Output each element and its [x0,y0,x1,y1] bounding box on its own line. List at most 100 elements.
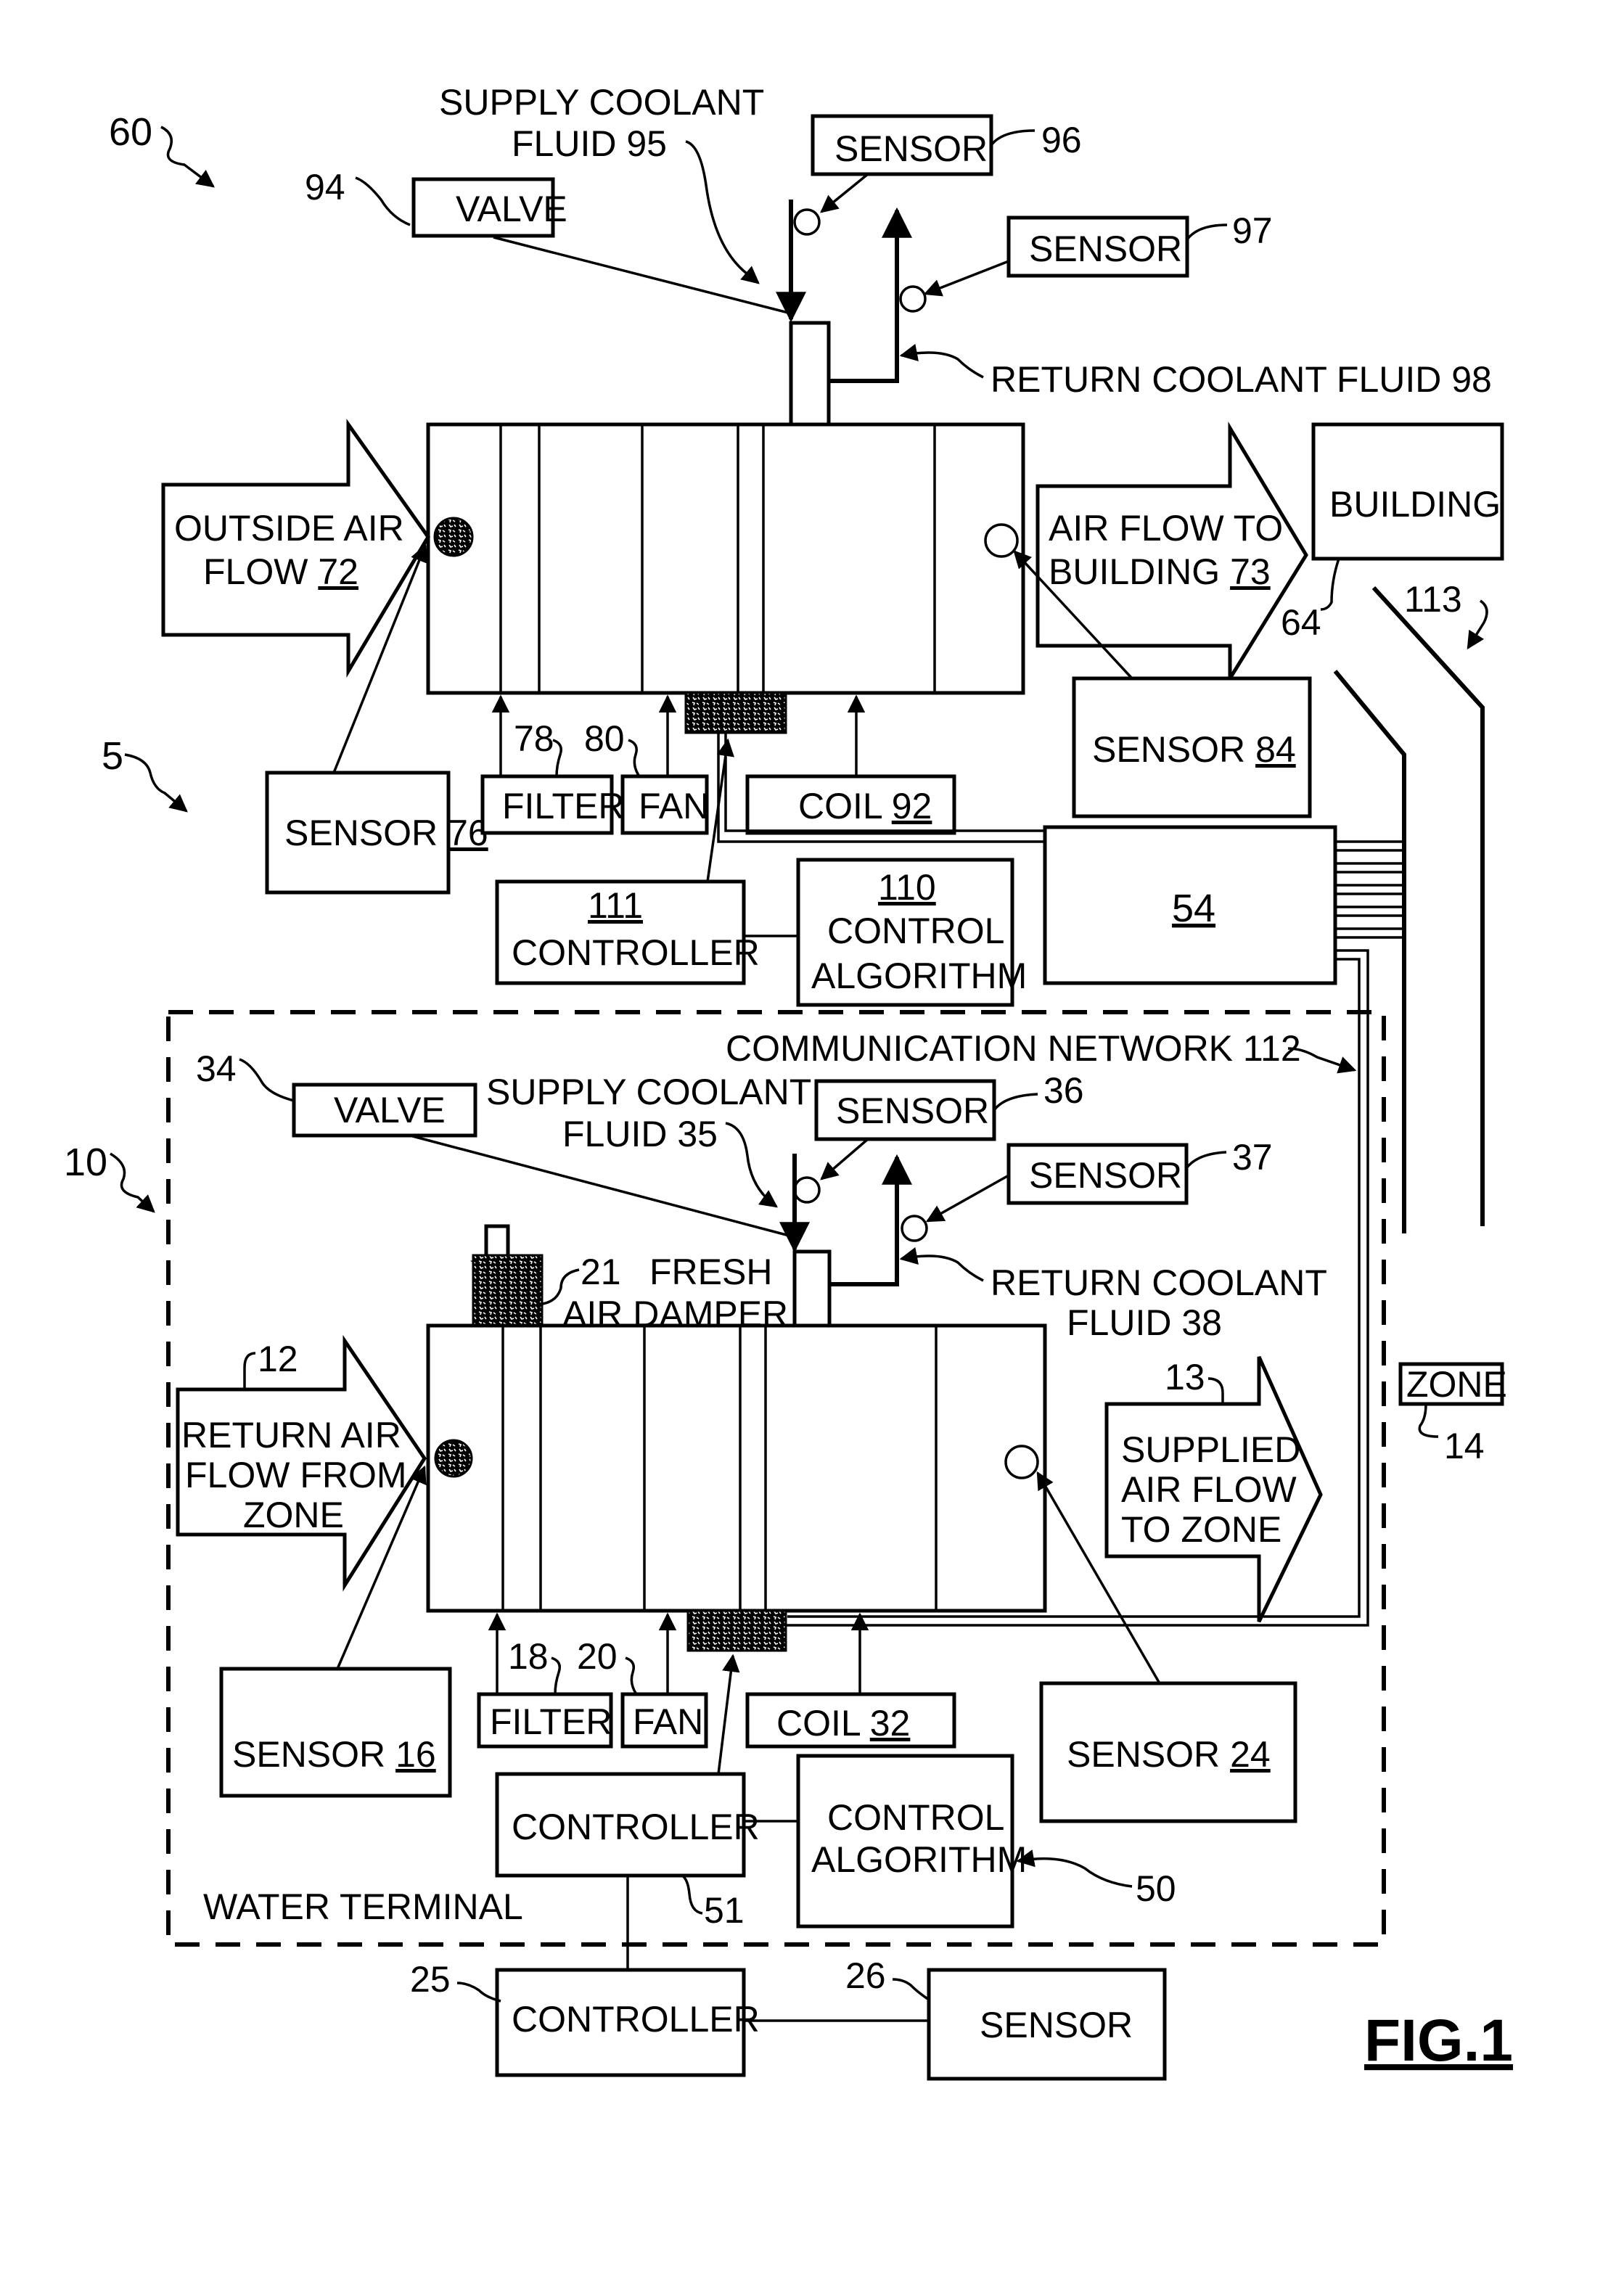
supply-coolant-35-leader [725,1122,778,1208]
sensor-37-probe [901,1215,928,1242]
fan-80-label: FAN [639,786,709,826]
ref-54: 54 [1172,887,1215,930]
air-to-building-line2: BUILDING 73 [1049,551,1271,592]
ref-94-leader [355,176,411,226]
ref-94: 94 [305,167,345,208]
ref-20-leader [625,1656,638,1695]
ref-84: 84 [1255,729,1296,770]
algorithm-110-line1: CONTROL [827,911,1004,951]
sensor-84-label: SENSOR 84 [1092,729,1296,770]
ref-97: 97 [1232,210,1273,251]
ref-51-leader [681,1874,703,1915]
controller-51-to-damper [717,1654,740,1775]
ref-14-leader [1418,1403,1439,1438]
sensor-96-pointer [820,173,869,213]
ref-10-arrow [110,1152,155,1213]
filter-78-label: FILTER [502,786,625,826]
ref-113-arrow [1467,599,1488,650]
supply-coolant-95-line2: FLUID 95 [512,123,667,164]
ref-18: 18 [508,1636,549,1677]
algorithm-50-line1: CONTROL [827,1797,1004,1838]
ref-14: 14 [1444,1426,1485,1466]
ref-10-callout: 10 [64,1141,155,1213]
sensor-26-label: SENSOR [980,2005,1133,2045]
ref-97-leader [1186,223,1228,241]
sensor-16-probe [434,1439,473,1478]
ref-51: 51 [704,1890,745,1931]
sensor-84-text: SENSOR [1092,729,1245,770]
air-to-building-line1: AIR FLOW TO [1049,508,1283,549]
supply-coolant-95-line1: SUPPLY COOLANT [439,82,764,123]
coil-32-text: COIL [776,1703,861,1744]
ref-18-leader [551,1656,561,1695]
ref-36: 36 [1043,1070,1084,1111]
ref-21: 21 [581,1252,621,1292]
ref-34-leader [239,1058,295,1102]
ref-25: 25 [410,1959,451,2000]
ref-73: 73 [1230,551,1271,592]
ref-24: 24 [1230,1734,1271,1775]
ref-60-callout: 60 [109,110,215,188]
damper-actuator-60 [684,691,787,734]
zone-label: ZONE [1406,1364,1507,1405]
sensor-76-text: SENSOR [284,813,438,853]
sensor-16-box [219,1667,452,1798]
ref-12-leader [243,1352,256,1389]
coil-32-label: COIL 32 [776,1703,910,1744]
ref-80-leader [628,739,641,777]
sensor-97-label: SENSOR [1029,229,1182,269]
fresh-air-damper-21 [472,1254,544,1327]
ref-5-callout: 5 [102,734,188,813]
return-coolant-98-leader [899,343,984,379]
water-terminal-label: WATER TERMINAL [203,1886,523,1927]
sensor-96-label: SENSOR [834,128,988,169]
sensor-16-label: SENSOR 16 [232,1734,436,1775]
supply-coolant-95-leader [685,140,760,284]
ref-96-leader [990,129,1035,147]
supplied-air-line2: AIR FLOW [1121,1469,1297,1510]
ref-72: 72 [318,551,358,592]
ref-111: 111 [588,885,643,926]
return-air-line1: RETURN AIR [181,1415,401,1455]
ref-96: 96 [1041,120,1082,160]
return-pipe-38 [829,1154,912,1286]
pipe-stub-top [789,321,831,427]
valve-34-label: VALVE [334,1090,446,1130]
sensor-37-label: SENSOR [1029,1155,1182,1196]
return-coolant-38-leader [899,1247,984,1282]
supplied-air-line3: TO ZONE [1121,1509,1281,1550]
figure-title: FIG.1 [1364,2008,1513,2074]
ref-37: 37 [1232,1137,1273,1178]
ref-26-leader [892,1978,930,2001]
return-pipe-98 [829,207,912,383]
return-coolant-98-label: RETURN COOLANT FLUID 98 [991,359,1492,400]
duct-113-inner [1333,670,1406,1233]
outside-air-line2: FLOW 72 [203,551,358,592]
sensor-24-text: SENSOR [1067,1734,1220,1775]
ref-34: 34 [196,1048,237,1089]
ref-5-arrow [124,753,188,813]
return-coolant-38-line1: RETURN COOLANT [991,1262,1327,1303]
return-air-line2: FLOW FROM [185,1455,407,1495]
supply-coolant-35-line1: SUPPLY COOLANT [486,1072,811,1112]
air-to-building-line2-text: BUILDING [1049,551,1220,592]
sensor-37-pointer [925,1174,1009,1223]
valve-94-link [493,236,792,315]
valve-94-label: VALVE [456,189,567,229]
ref-60: 60 [109,110,152,154]
sensor-36-label: SENSOR [836,1091,989,1131]
return-air-flow-arrow: RETURN AIR FLOW FROM ZONE [176,1334,427,1592]
ref-92: 92 [892,786,932,826]
sensor-97-pointer [923,260,1009,297]
damper-21-line1: FRESH [649,1252,772,1292]
ref-50: 50 [1136,1868,1176,1909]
sensor-36-probe [793,1176,821,1204]
ref-64-leader [1320,558,1340,611]
ref-113: 113 [1404,579,1462,620]
controller-25-label: CONTROLLER [512,1999,760,2040]
ref-25-leader [456,1982,501,2003]
sensor-76-probe [433,517,474,557]
pipe-stub-terminal [792,1249,832,1328]
ref-60-arrow [160,126,215,188]
ref-78-leader [552,739,562,777]
